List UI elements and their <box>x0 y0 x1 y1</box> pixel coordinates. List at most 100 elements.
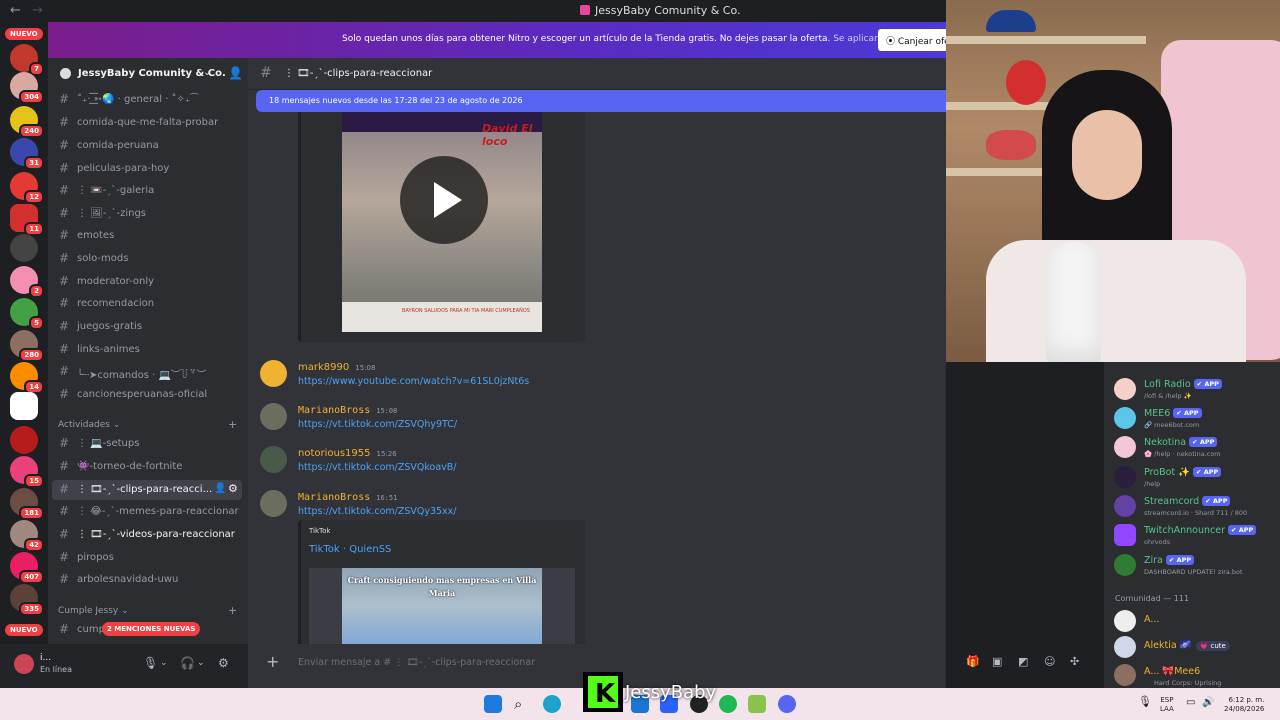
channel-item[interactable]: # peliculas-para-hoy <box>52 159 242 179</box>
windows-start-icon[interactable] <box>484 695 502 713</box>
embed-thumbnail[interactable]: Craft consiguiendo mas empresas en Villa… <box>309 568 575 644</box>
gear-icon[interactable]: ⚙ <box>218 656 229 670</box>
channel-item[interactable]: # arbolesnavidad-uwu <box>52 570 242 590</box>
chevron-down-icon[interactable]: ⌄ <box>160 658 168 668</box>
channel-item[interactable]: # ⋮ 😂-ˏˋ-memes-para-reaccionar <box>52 502 242 522</box>
server-icon-14[interactable]: 15 <box>10 456 44 488</box>
apps-icon[interactable]: ✣ <box>1070 655 1079 668</box>
server-icon-6[interactable]: 11 <box>10 204 44 236</box>
new-pill-bottom[interactable]: NUEVO <box>5 624 43 636</box>
message-link[interactable]: https://vt.tiktok.com/ZSVQhy9TC/ <box>298 419 457 430</box>
message-link[interactable]: https://vt.tiktok.com/ZSVQkoavB/ <box>298 462 457 473</box>
message-author[interactable]: MarianoBross 16:51 <box>298 492 397 503</box>
member-item[interactable]: MEE6 ✔ APP 🔗 mee6bot.com <box>1114 405 1280 433</box>
server-icon-15[interactable]: 181 <box>10 488 44 520</box>
avatar[interactable] <box>260 490 287 517</box>
add-channel-icon[interactable]: + <box>228 604 237 617</box>
speaker-icon[interactable]: 🔊 <box>1202 698 1214 708</box>
channel-item-unread[interactable]: # ⋮ 🎞-ˏˋ-videos-para-reaccionar <box>52 525 242 545</box>
chevron-down-icon[interactable]: ⌄ <box>197 658 205 668</box>
channel-item-active[interactable]: # ⋮ 🎞-ˏˋ-clips-para-reacci... 👤 ⚙ <box>52 480 242 500</box>
server-icon-11[interactable]: 14 <box>10 362 44 394</box>
invite-icon[interactable]: 👤 <box>214 483 226 494</box>
server-icon-17[interactable]: 407 <box>10 552 44 584</box>
channel-item[interactable]: # cancionesperuanas-oficial <box>52 385 242 405</box>
embed-title[interactable]: TikTok · QuienSS <box>309 544 391 555</box>
server-icon-4[interactable]: 31 <box>10 138 44 170</box>
channel-item[interactable]: # ˚₊· ͟͟͞͞➳🌏 · general · ˚✧₊⁀ <box>52 90 242 110</box>
new-messages-bar[interactable]: 18 mensajes nuevos desde las 17:28 del 2… <box>256 90 946 112</box>
channel-item[interactable]: # ⋮ 📼-ˏˋ-galeria <box>52 181 242 201</box>
new-pill-top[interactable]: NUEVO <box>5 28 43 40</box>
member-item[interactable]: Alektia 🌌 💗 cute <box>1114 636 1280 660</box>
search-icon[interactable]: ⌕ <box>514 695 532 713</box>
category-cumple[interactable]: Cumple Jessy ⌄ + <box>58 604 237 617</box>
member-item[interactable]: Lofi Radio ✔ APP/lofi & /help ✨ <box>1114 376 1280 404</box>
server-header[interactable]: JessyBaby Comunity & Co. ⌄ 👤 <box>48 58 248 90</box>
channel-item[interactable]: # ⋮ 💻-setups <box>52 434 242 454</box>
gift-icon[interactable]: 🎁 <box>966 655 980 668</box>
channel-item[interactable]: # recomendacion <box>52 294 242 314</box>
channel-item[interactable]: # juegos-gratis <box>52 317 242 337</box>
chevron-down-icon[interactable]: ⌄ <box>203 67 211 78</box>
channel-item[interactable]: # ╰┈➤comandos · 💻︶꒦꒷︶ <box>52 362 242 382</box>
server-icon-18[interactable]: 335 <box>10 584 44 616</box>
language-indicator[interactable]: ESP LAA <box>1160 696 1174 714</box>
gear-icon[interactable]: ⚙ <box>228 482 238 495</box>
member-item[interactable]: Zira ✔ APP DASHBOARD UPDATE! zira.bot <box>1114 552 1280 580</box>
monitor-icon[interactable]: ▭ <box>1186 698 1195 708</box>
server-icon-9[interactable]: 5 <box>10 298 44 330</box>
invite-people-icon[interactable]: 👤 <box>228 66 243 80</box>
message-author[interactable]: MarianoBross 15:08 <box>298 405 397 416</box>
server-icon-12[interactable] <box>10 392 38 420</box>
headphones-icon[interactable]: 🎧 <box>180 656 195 670</box>
member-item[interactable]: ProBot ✨ ✔ APP/help <box>1114 464 1280 492</box>
add-channel-icon[interactable]: + <box>228 418 237 431</box>
add-attachment-icon[interactable]: + <box>266 652 279 671</box>
server-icon-3[interactable]: 240 <box>10 106 44 138</box>
member-item[interactable]: A... 🎀Mee6 Hard Corps: Uprising <box>1114 664 1280 688</box>
server-icon-16[interactable]: 42 <box>10 520 44 552</box>
discord-icon[interactable] <box>778 695 796 713</box>
gif-icon[interactable]: ▣ <box>992 655 1002 668</box>
message-input[interactable]: Enviar mensaje a # ⋮ 🎞-ˏˋ-clips-para-rea… <box>298 657 535 668</box>
category-actividades[interactable]: Actividades ⌄ + <box>58 418 237 431</box>
server-icon-7[interactable] <box>10 234 38 262</box>
message-link[interactable]: https://www.youtube.com/watch?v=61SL0jzN… <box>298 376 529 387</box>
server-icon-5[interactable]: 12 <box>10 172 44 204</box>
edge-browser-icon[interactable] <box>543 695 561 713</box>
server-icon-1[interactable]: 7 <box>10 44 44 76</box>
avatar[interactable] <box>260 403 287 430</box>
channel-item[interactable]: # ⋮ 🖼-ˏˋ-zings <box>52 204 242 224</box>
member-item[interactable]: A... <box>1114 610 1280 634</box>
channel-item[interactable]: # links-animes <box>52 340 242 360</box>
server-icon-2[interactable]: 304 <box>10 72 44 104</box>
avatar[interactable] <box>14 654 34 674</box>
avatar[interactable] <box>260 360 287 387</box>
channel-item[interactable]: # comida-que-me-falta-probar <box>52 113 242 133</box>
sticker-icon[interactable]: ◩ <box>1018 655 1028 668</box>
microphone-tray-icon[interactable]: 🎙 <box>1138 696 1152 707</box>
back-arrow-icon[interactable]: ← <box>10 3 21 18</box>
channel-item[interactable]: # comida-peruana <box>52 136 242 156</box>
channel-item[interactable]: # 👾-torneo-de-fortnite <box>52 457 242 477</box>
channel-item[interactable]: # solo-mods <box>52 249 242 269</box>
emoji-icon[interactable]: ☺ <box>1044 655 1055 668</box>
play-icon[interactable] <box>400 156 488 244</box>
channel-item[interactable]: # moderator-only <box>52 272 242 292</box>
server-icon-10[interactable]: 280 <box>10 330 44 362</box>
app-icon[interactable] <box>748 695 766 713</box>
channel-item[interactable]: # emotes <box>52 226 242 246</box>
member-item[interactable]: TwitchAnnouncer ✔ APP ohrvods <box>1114 522 1280 550</box>
new-mentions-pill[interactable]: 2 MENCIONES NUEVAS <box>102 622 201 636</box>
message-link[interactable]: https://vt.tiktok.com/ZSVQy35xx/ <box>298 506 457 517</box>
microphone-icon[interactable]: 🎙 <box>143 656 158 670</box>
forward-arrow-icon[interactable]: → <box>32 3 43 18</box>
server-icon-13[interactable] <box>10 426 38 454</box>
message-author[interactable]: notorious1955 15:26 <box>298 448 397 459</box>
member-item[interactable]: Streamcord ✔ APP streamcord.io · Shard 711… <box>1114 493 1280 521</box>
clock[interactable]: 6:12 p. m. 24/08/2026 <box>1224 696 1264 714</box>
message-author[interactable]: mark8990 15:08 <box>298 362 375 373</box>
spotify-icon[interactable] <box>719 695 737 713</box>
channel-item[interactable]: # piropos <box>52 548 242 568</box>
